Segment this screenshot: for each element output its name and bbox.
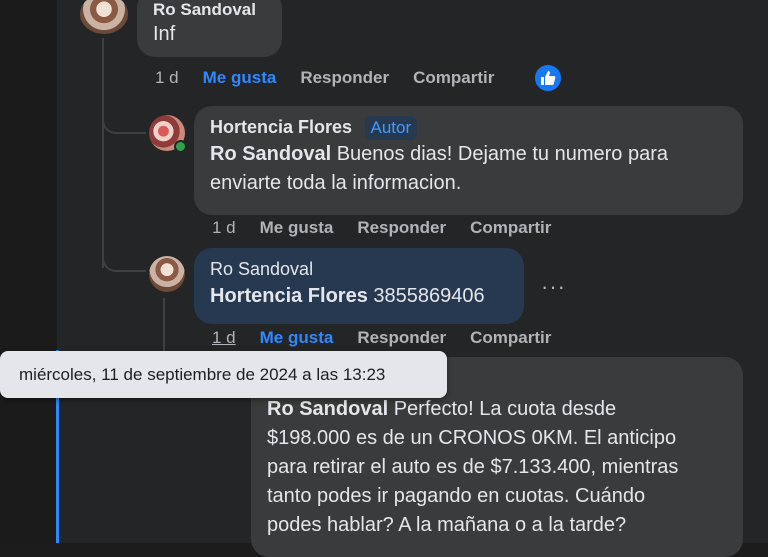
comment-text: Hortencia Flores 3855869406 [210, 282, 508, 311]
thread-elbow [102, 250, 146, 272]
comment-text-line: 3855869406 [367, 285, 485, 307]
comment-author[interactable]: Hortencia Flores [210, 117, 352, 137]
comment-text-line: podes hablar? A la mañana o a la tarde? [267, 514, 627, 536]
reply-button[interactable]: Responder [357, 218, 446, 238]
comment-bubble: Ro Sandoval Hortencia Flores 3855869406 [194, 248, 524, 324]
share-button[interactable]: Compartir [413, 68, 494, 88]
comment-text: Ro Sandoval Perfecto! La cuota desde $19… [267, 395, 727, 540]
comment-actions: 1 d Me gusta Responder Compartir [155, 68, 518, 88]
comment-actions: 1 d Me gusta Responder Compartir [212, 328, 575, 348]
comment-text-line: Buenos dias! Dejame tu numero para [331, 143, 668, 165]
comment-actions: 1 d Me gusta Responder Compartir [212, 218, 575, 238]
comment-text-line: $198.000 es de un CRONOS 0KM. El anticip… [267, 427, 677, 449]
mention-link[interactable]: Ro Sandoval [267, 398, 388, 420]
comment-text-line: Perfecto! La cuota desde [388, 398, 617, 420]
online-status-dot [174, 140, 187, 153]
comment-time[interactable]: 1 d [155, 68, 179, 88]
thread-line [163, 298, 165, 353]
share-button[interactable]: Compartir [470, 218, 551, 238]
comment-time[interactable]: 1 d [212, 328, 236, 348]
like-button[interactable]: Me gusta [260, 218, 334, 238]
comment-text: Inf [153, 23, 176, 45]
avatar[interactable] [149, 256, 185, 292]
comment-bubble: Hortencia Flores Autor Ro Sandoval Bueno… [194, 106, 743, 215]
thumbs-up-icon[interactable] [533, 63, 563, 93]
like-button[interactable]: Me gusta [260, 328, 334, 348]
comment-text: Ro Sandoval Buenos dias! Dejame tu numer… [210, 140, 727, 198]
left-gutter [0, 0, 57, 543]
thread-line [102, 38, 104, 268]
timestamp-tooltip: miércoles, 11 de septiembre de 2024 a la… [0, 351, 447, 398]
like-button[interactable]: Me gusta [203, 68, 277, 88]
comment-text-line: tanto podes ir pagando en cuotas. Cuándo [267, 485, 646, 507]
comment-text-line: para retirar el auto es de $7.133.400, m… [267, 456, 679, 478]
comment-author[interactable]: Ro Sandoval [153, 0, 266, 20]
mention-link[interactable]: Hortencia Flores [210, 285, 368, 307]
comment-bubble: Ro Sandoval Inf [137, 0, 282, 57]
ellipsis-icon[interactable]: ··· [541, 276, 566, 298]
comment-time[interactable]: 1 d [212, 218, 236, 238]
thread-elbow [102, 112, 146, 134]
comment-author[interactable]: Ro Sandoval [210, 256, 508, 282]
reply-button[interactable]: Responder [357, 328, 446, 348]
mention-link[interactable]: Ro Sandoval [210, 143, 331, 165]
reply-button[interactable]: Responder [300, 68, 389, 88]
comment-text-line: enviarte toda la informacion. [210, 172, 462, 194]
share-button[interactable]: Compartir [470, 328, 551, 348]
author-badge: Autor [364, 116, 418, 140]
